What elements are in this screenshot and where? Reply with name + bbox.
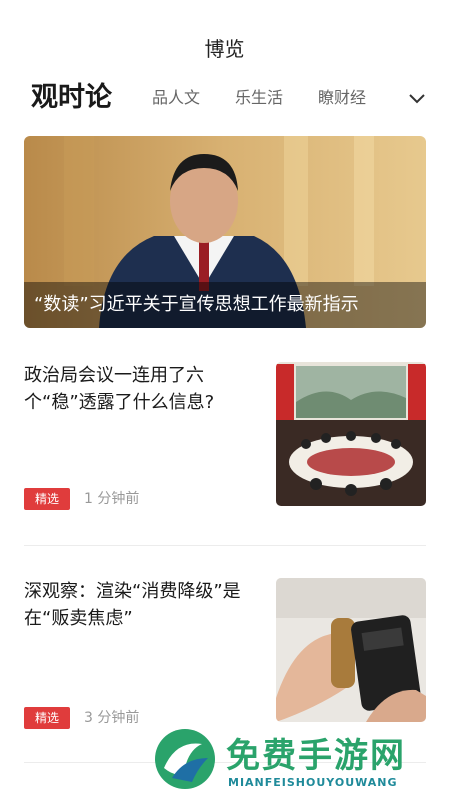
tab-pinrenwen[interactable]: 品人文 (152, 78, 200, 118)
tab-guanshilun[interactable]: 观时论 (31, 78, 112, 118)
app-title: 博览 (204, 37, 245, 61)
watermark-subtitle: MIANFEISHOUYOUWANG (228, 776, 398, 789)
divider (24, 545, 426, 546)
tab-liaocaijing[interactable]: 瞭财经 (318, 78, 366, 118)
featured-badge: 精选 (24, 707, 70, 729)
chevron-down-icon[interactable] (404, 86, 430, 110)
hero-caption: “数读”习近平关于宣传思想工作最新指示 (24, 282, 426, 328)
article-time: 3 分钟前 (84, 710, 140, 726)
article-item[interactable]: 深观察：渲染“消费降级”是在“贩卖焦虑” 精选 3 分钟前 (24, 578, 426, 729)
watermark: 免费手游网 MIANFEISHOUYOUWANG (150, 724, 449, 800)
article-thumbnail (276, 362, 426, 506)
watermark-title: 免费手游网 (226, 736, 406, 776)
watermark-logo-icon (155, 729, 215, 789)
featured-badge: 精选 (24, 488, 70, 510)
tab-leshenghuo[interactable]: 乐生活 (235, 78, 283, 118)
title-bar: 博览 (0, 0, 449, 70)
article-title: 政治局会议一连用了六个“稳”透露了什么信息? (24, 365, 215, 413)
category-tabs: 观时论 品人文 乐生活 瞭财经 (0, 78, 449, 118)
article-item[interactable]: 政治局会议一连用了六个“稳”透露了什么信息? 精选 1 分钟前 (24, 362, 426, 510)
hero-card[interactable]: “数读”习近平关于宣传思想工作最新指示 (24, 136, 426, 328)
article-title: 深观察：渲染“消费降级”是在“贩卖焦虑” (24, 581, 241, 629)
article-thumbnail (276, 578, 426, 722)
article-time: 1 分钟前 (84, 491, 140, 507)
